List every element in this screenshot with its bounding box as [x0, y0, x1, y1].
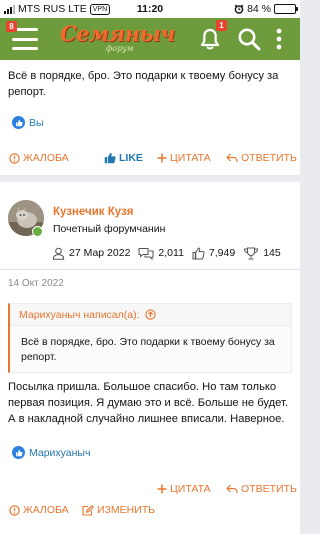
post-actions-bottom: ЖАЛОБА ИЗМЕНИТЬ [0, 504, 300, 524]
carrier-label: MTS RUS [18, 3, 66, 15]
logo-subtitle: форум [106, 44, 134, 53]
app-header: 8 Семяныч форум 1 [0, 18, 300, 60]
more-vertical-icon[interactable] [272, 26, 286, 52]
quote-author: Марихуаныч написал(а): [19, 308, 140, 321]
reply-label: ОТВЕТИТЬ [241, 152, 297, 164]
quote-label: ЦИТАТА [170, 483, 211, 495]
post-actions-top: ЦИТАТА ОТВЕТИТЬ [0, 483, 300, 503]
reactions-bar[interactable]: Марихуаныч [12, 446, 90, 459]
report-label: ЖАЛОБА [23, 152, 69, 164]
likes-stat: 7,949 [192, 246, 236, 260]
network-label: LTE [68, 3, 87, 15]
quote-button[interactable]: ЦИТАТА [157, 152, 211, 164]
thumb-up-outline-icon [192, 246, 205, 259]
search-icon[interactable] [236, 26, 262, 52]
post-text: Посылка пришла. Большое спасибо. Но там … [8, 381, 289, 425]
quote-button[interactable]: ЦИТАТА [157, 483, 211, 495]
post-previous: Всё в порядке, бро. Это подарки к твоему… [0, 60, 300, 175]
user-icon [52, 247, 65, 260]
battery-percent: 84 % [247, 3, 271, 15]
username[interactable]: Кузнечик Кузя [53, 206, 133, 218]
like-label: LIKE [119, 152, 143, 164]
warning-icon [9, 152, 20, 164]
warning-icon [9, 504, 20, 516]
alarm-icon [234, 4, 244, 14]
messages-count: 2,011 [158, 247, 184, 259]
battery-icon [274, 4, 298, 14]
arrow-up-circle-icon[interactable] [144, 309, 156, 320]
edit-icon [82, 504, 94, 516]
like-button[interactable]: LIKE [104, 152, 143, 164]
user-stats: 27 Мар 2022 2,011 7,949 145 [52, 245, 289, 261]
post-text: Всё в порядке, бро. Это подарки к твоему… [8, 70, 279, 98]
plus-icon [157, 153, 167, 163]
quote-label: ЦИТАТА [170, 152, 211, 164]
trophy-icon [244, 247, 259, 259]
reply-button[interactable]: ОТВЕТИТЬ [226, 152, 297, 164]
plus-icon [157, 484, 167, 494]
edit-button[interactable]: ИЗМЕНИТЬ [82, 504, 155, 516]
divider [0, 269, 300, 270]
messages-stat: 2,011 [138, 247, 184, 260]
likes-count: 7,949 [208, 247, 236, 259]
quote-text: Всё в порядке, бро. Это подарки к твоему… [21, 336, 275, 363]
edit-label: ИЗМЕНИТЬ [97, 504, 156, 516]
reply-label: ОТВЕТИТЬ [241, 483, 297, 495]
vpn-badge: VPN [89, 3, 111, 15]
report-button[interactable]: ЖАЛОБА [9, 152, 69, 164]
points-stat: 145 [243, 247, 281, 260]
online-status-icon [32, 226, 43, 237]
reaction-user[interactable]: Марихуаныч [29, 447, 90, 459]
thumb-up-icon [104, 152, 116, 164]
thumb-up-icon [12, 116, 25, 129]
report-label: ЖАЛОБА [23, 504, 69, 516]
quote-block: Марихуаныч написал(а): Всё в порядке, бр… [8, 303, 292, 373]
joined-date: 27 Мар 2022 [69, 247, 131, 259]
reactions-bar[interactable]: Вы [12, 116, 44, 129]
menu-badge: 8 [6, 21, 17, 32]
reply-icon [226, 484, 238, 493]
post-kuznechik: Кузнечик Кузя Почетный форумчанин 27 Мар… [0, 182, 300, 534]
reply-icon [226, 153, 238, 162]
report-button[interactable]: ЖАЛОБА [9, 504, 69, 516]
notifications-badge: 1 [216, 20, 227, 31]
signal-icon [4, 4, 15, 14]
points-count: 145 [263, 247, 281, 259]
thumb-up-icon [12, 446, 25, 459]
user-title: Почетный форумчанин [53, 223, 166, 235]
post-actions: ЖАЛОБА LIKE ЦИТАТА ОТВЕТИТЬ [0, 152, 300, 172]
post-date[interactable]: 14 Окт 2022 [8, 278, 64, 289]
joined-stat: 27 Мар 2022 [52, 247, 130, 260]
reaction-user[interactable]: Вы [29, 117, 44, 129]
site-logo[interactable]: Семяныч форум [60, 21, 176, 57]
reply-button[interactable]: ОТВЕТИТЬ [226, 483, 297, 495]
status-bar: MTS RUS LTE VPN 11:20 84 % [0, 0, 300, 18]
quote-header[interactable]: Марихуаныч написал(а): [10, 304, 291, 326]
messages-icon [138, 247, 154, 260]
